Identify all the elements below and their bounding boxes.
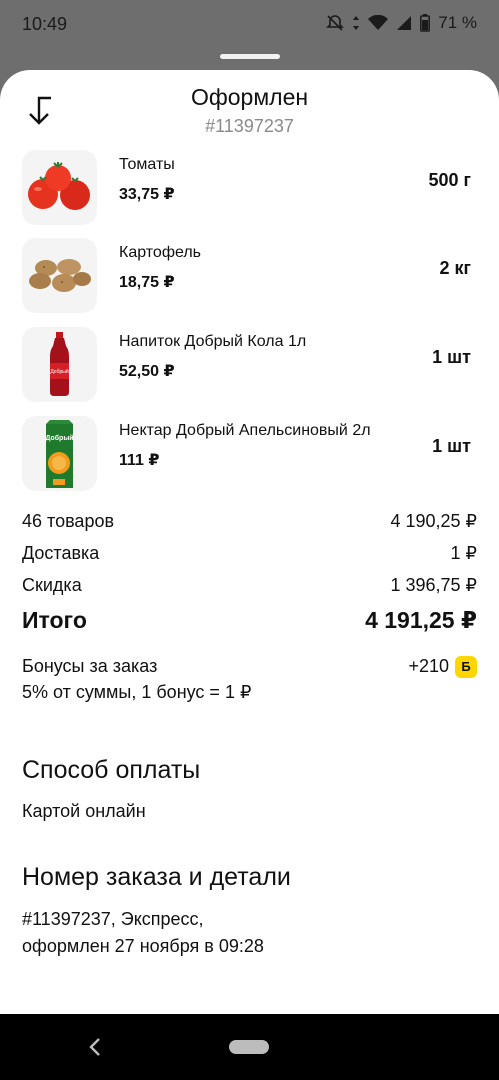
svg-text:Добрый: Добрый [45,434,73,442]
item-name: Напиток Добрый Кола 1л [119,333,307,350]
list-item[interactable]: Томаты 33,75 ₽ 500 г [22,150,477,226]
juice-carton-icon: Добрый [22,416,97,491]
item-quantity: 2 кг [439,258,471,278]
bonus-label: Бонусы за заказ [22,656,158,676]
cellular-signal-icon [396,15,412,31]
cola-bottle-icon: Добрый [22,327,97,402]
notifications-off-icon [326,14,345,32]
item-name: Томаты [119,156,175,173]
nav-home-pill[interactable] [229,1040,269,1054]
battery-percent: 71 % [438,13,477,32]
item-name: Картофель [119,244,202,261]
status-icons: 71 % [326,13,477,33]
goods-label: 46 товаров [22,511,115,531]
bonus-badge: Б [455,656,477,679]
payment-title: Способ оплаты [22,756,201,784]
item-price: 111 ₽ [119,452,160,469]
delivery-label: Доставка [22,543,100,563]
item-quantity: 500 г [428,170,471,190]
nav-back-icon[interactable] [86,1036,104,1063]
item-price: 52,50 ₽ [119,363,175,380]
total-value: 4 191,25 ₽ [365,607,477,633]
battery-icon [420,14,431,32]
order-number: #11397237 [205,116,294,136]
delivery-value: 1 ₽ [450,543,477,563]
page-title: Оформлен [190,84,309,110]
bonus-note: 5% от суммы, 1 бонус = 1 ₽ [22,682,252,702]
navigation-bar [0,1014,499,1080]
order-sheet: Оформлен #11397237 Томаты 33,75 ₽ 500 г [0,70,499,1014]
item-quantity: 1 шт [432,436,471,456]
list-item[interactable]: Картофель 18,75 ₽ 2 кг [22,238,477,314]
item-price: 33,75 ₽ [119,186,175,203]
bonus-value: +210 [408,656,449,676]
details-title: Номер заказа и детали [22,863,291,891]
data-transfer-icon [352,15,360,31]
list-item[interactable]: Добрый Нектар Добрый Апельсиновый 2л 111… [22,416,477,492]
details-line-2: оформлен 27 ноября в 09:28 [22,936,264,956]
item-price: 18,75 ₽ [119,274,175,291]
list-item[interactable]: Добрый Напиток Добрый Кола 1л 52,50 ₽ 1 … [22,327,477,403]
goods-value: 4 190,25 ₽ [390,511,477,531]
item-quantity: 1 шт [432,347,471,367]
potato-icon [22,238,97,313]
svg-text:Добрый: Добрый [50,368,68,375]
wifi-icon [368,15,389,31]
status-time: 10:49 [22,14,68,34]
bonus-value-group: +210 Б [408,656,477,679]
item-name: Нектар Добрый Апельсиновый 2л [119,422,371,439]
sheet-handle[interactable] [220,54,280,59]
details-line-1: #11397237, Экспресс, [22,909,204,929]
payment-method: Картой онлайн [22,801,146,821]
tomato-icon [22,150,97,225]
discount-label: Скидка [22,575,82,595]
discount-value: 1 396,75 ₽ [390,575,477,595]
status-bar: 10:49 71 % [0,0,499,48]
total-label: Итого [22,607,87,633]
